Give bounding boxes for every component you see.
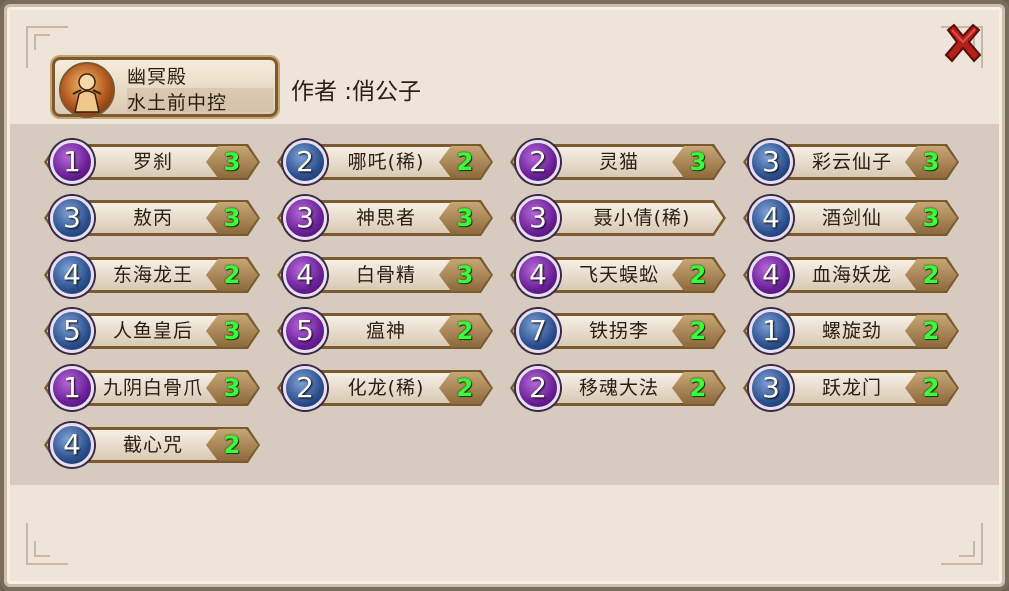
card-cost-orb: 5 — [283, 309, 327, 353]
close-icon — [944, 23, 982, 63]
card-cost-orb: 3 — [50, 196, 94, 240]
card-name: 人鱼皇后 — [112, 320, 193, 342]
card-cost-orb: 4 — [50, 253, 94, 297]
card-count: 2 — [922, 261, 940, 289]
card-item[interactable]: 2 4 血海妖龙 — [743, 253, 959, 297]
card-name: 九阴白骨爪 — [102, 377, 203, 399]
card-count: 2 — [223, 431, 241, 459]
deck-name: 幽冥殿 — [127, 66, 188, 88]
card-cost-orb: 2 — [283, 140, 327, 184]
card-name: 罗刹 — [132, 151, 173, 173]
deck-header: 幽冥殿 水土前中控 — [52, 57, 278, 118]
card-count: 3 — [922, 148, 940, 176]
card-item[interactable]: 2 2 哪吒(稀) — [277, 140, 493, 184]
card-count: 3 — [223, 204, 241, 232]
card-name: 跃龙门 — [821, 377, 882, 399]
card-cost-orb: 3 — [749, 366, 793, 410]
card-count: 2 — [689, 261, 707, 289]
card-cost-orb: 4 — [749, 253, 793, 297]
card-item[interactable]: 3 3 神思者 — [277, 196, 493, 240]
deck-author: 作者 :俏公子 — [291, 79, 422, 105]
card-name: 哪吒(稀) — [347, 151, 425, 173]
card-cost-orb: 3 — [283, 196, 327, 240]
card-count: 3 — [922, 204, 940, 232]
card-item[interactable]: 2 3 跃龙门 — [743, 366, 959, 410]
card-name: 瘟神 — [365, 320, 406, 342]
card-cost-orb: 2 — [283, 366, 327, 410]
card-cost-orb: 4 — [749, 196, 793, 240]
card-item[interactable]: 3 4 白骨精 — [277, 253, 493, 297]
card-item[interactable]: 3 1 九阴白骨爪 — [44, 366, 260, 410]
card-name: 东海龙王 — [112, 264, 193, 286]
card-count: 2 — [456, 148, 474, 176]
card-name: 敖丙 — [132, 207, 173, 229]
card-count: 3 — [456, 261, 474, 289]
card-item[interactable]: 2 4 飞天蜈蚣 — [510, 253, 726, 297]
card-name: 神思者 — [355, 207, 416, 229]
corner-ornament — [941, 523, 983, 565]
card-item[interactable]: 3 5 人鱼皇后 — [44, 309, 260, 353]
corner-ornament — [26, 523, 68, 565]
card-count: 2 — [689, 317, 707, 345]
card-cost-orb: 1 — [749, 309, 793, 353]
card-item[interactable]: 3 2 灵猫 — [510, 140, 726, 184]
card-count: 3 — [223, 148, 241, 176]
deck-subtitle: 水土前中控 — [127, 88, 273, 114]
card-cost-orb: 3 — [749, 140, 793, 184]
card-name: 化龙(稀) — [347, 377, 425, 399]
card-item[interactable]: 2 4 东海龙王 — [44, 253, 260, 297]
card-name: 聂小倩(稀) — [593, 207, 691, 229]
card-cost-orb: 3 — [516, 196, 560, 240]
card-count: 3 — [456, 204, 474, 232]
close-button[interactable] — [938, 18, 988, 68]
card-item[interactable]: 2 2 移魂大法 — [510, 366, 726, 410]
card-item[interactable]: 2 7 铁拐李 — [510, 309, 726, 353]
card-name: 血海妖龙 — [811, 264, 892, 286]
card-name: 铁拐李 — [588, 320, 649, 342]
card-name: 截心咒 — [122, 434, 183, 456]
card-list: 3 1 罗刹 2 2 哪吒(稀) 3 2 灵猫 3 3 彩云仙子 3 3 敖丙 3 3 神思者 3 聂小倩(稀) 3 4 酒… — [10, 124, 999, 485]
card-count: 3 — [689, 148, 707, 176]
card-cost-orb: 1 — [50, 140, 94, 184]
card-name: 螺旋劲 — [821, 320, 882, 342]
card-count: 2 — [922, 374, 940, 402]
card-name: 白骨精 — [355, 264, 416, 286]
card-cost-orb: 1 — [50, 366, 94, 410]
card-cost-orb: 7 — [516, 309, 560, 353]
card-cost-orb: 2 — [516, 140, 560, 184]
card-count: 2 — [689, 374, 707, 402]
card-item[interactable]: 3 4 酒剑仙 — [743, 196, 959, 240]
card-item[interactable]: 2 4 截心咒 — [44, 423, 260, 467]
card-item[interactable]: 2 1 螺旋劲 — [743, 309, 959, 353]
card-count: 2 — [456, 374, 474, 402]
card-name: 灵猫 — [598, 151, 639, 173]
card-count: 2 — [922, 317, 940, 345]
card-count: 3 — [223, 374, 241, 402]
card-count: 2 — [223, 261, 241, 289]
card-cost-orb: 4 — [283, 253, 327, 297]
card-cost-orb: 5 — [50, 309, 94, 353]
card-name: 彩云仙子 — [811, 151, 892, 173]
card-name: 移魂大法 — [578, 377, 659, 399]
card-count: 2 — [456, 317, 474, 345]
card-cost-orb: 4 — [516, 253, 560, 297]
card-item[interactable]: 3 1 罗刹 — [44, 140, 260, 184]
card-item[interactable]: 3 3 敖丙 — [44, 196, 260, 240]
card-cost-orb: 2 — [516, 366, 560, 410]
card-item[interactable]: 3 3 彩云仙子 — [743, 140, 959, 184]
card-name: 飞天蜈蚣 — [578, 264, 659, 286]
card-item[interactable]: 3 聂小倩(稀) — [510, 196, 726, 240]
card-cost-orb: 4 — [50, 423, 94, 467]
card-item[interactable]: 2 5 瘟神 — [277, 309, 493, 353]
card-item[interactable]: 2 2 化龙(稀) — [277, 366, 493, 410]
hero-portrait-icon — [59, 62, 115, 118]
card-count: 3 — [223, 317, 241, 345]
card-name: 酒剑仙 — [821, 207, 882, 229]
